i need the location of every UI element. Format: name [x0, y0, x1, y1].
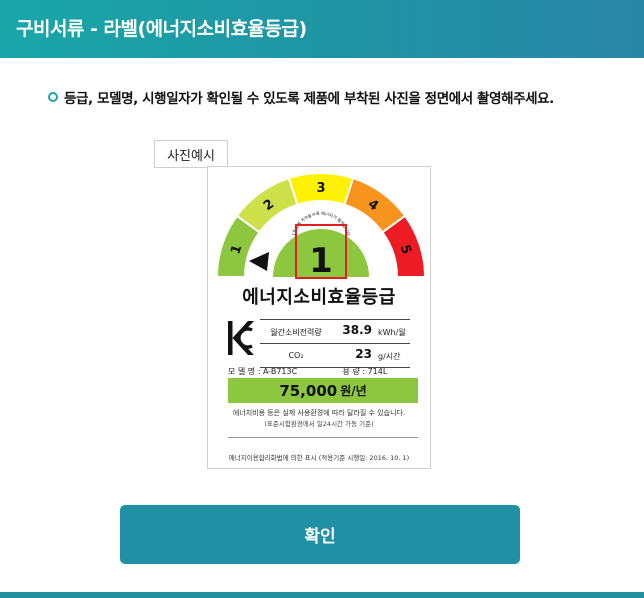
consumption-table: 월간소비전력량 38.9 kWh/월 CO₂ 23 g/시간	[260, 319, 410, 368]
modal-title: 구비서류 - 라벨(에너지소비효율등급)	[16, 18, 307, 40]
co2-row: CO₂ 23 g/시간	[260, 343, 410, 368]
monthly-unit: kWh/월	[378, 328, 406, 337]
co2-label: CO₂	[288, 351, 304, 360]
monthly-label: 월간소비전력량	[270, 328, 322, 337]
label-example-modal: 구비서류 - 라벨(에너지소비효율등급) 등급, 모델명, 시행일자가 확인될 …	[0, 0, 644, 598]
co2-value: 23	[355, 347, 372, 361]
annual-cost-unit: 원/년	[340, 384, 367, 398]
monthly-consumption-row: 월간소비전력량 38.9 kWh/월	[260, 319, 410, 343]
capacity: 용 량 : 714L	[342, 367, 388, 376]
annual-cost-value: 75,000	[279, 381, 338, 400]
energy-label-image: 12345 1등급에 가까울수록 에너지가 절약됩니다 1 에너지소비효율등급 …	[207, 166, 431, 469]
photo-example-tag: 사진예시	[154, 140, 228, 168]
law-note: 에너지이용합리화법에 의한 표시 (적용기준 시행일: 2016. 10. 1)	[228, 454, 410, 462]
annual-cost-bar: 75,000 원/년	[228, 378, 418, 403]
grade-label-3: 3	[316, 181, 325, 196]
divider	[228, 437, 418, 438]
cost-disclaimer: 에너지비용 등은 실제 사용환경에 따라 달라질 수 있습니다.	[232, 409, 406, 417]
instruction-line: 등급, 모델명, 시행일자가 확인될 수 있도록 제품에 부착된 사진을 정면에…	[48, 87, 554, 107]
current-grade-number: 1	[309, 241, 333, 281]
model-name: 모 델 명 : A-B713C	[228, 367, 298, 376]
model-capacity-row: 모 델 명 : A-B713C 용 량 : 714L	[228, 366, 418, 377]
kc-certification-icon	[228, 321, 254, 355]
bullet-icon	[48, 92, 58, 102]
confirm-button[interactable]: 확인	[120, 505, 520, 564]
co2-unit: g/시간	[378, 352, 401, 361]
monthly-value: 38.9	[342, 323, 372, 337]
grade-gauge: 12345 1등급에 가까울수록 에너지가 절약됩니다 1	[215, 172, 427, 281]
modal-header: 구비서류 - 라벨(에너지소비효율등급)	[0, 0, 644, 58]
label-title: 에너지소비효율등급	[242, 287, 396, 308]
bottom-accent-bar	[0, 592, 644, 598]
test-condition-note: (표준시험환경에서 일24시간 가동 기준)	[264, 420, 374, 428]
instruction-text: 등급, 모델명, 시행일자가 확인될 수 있도록 제품에 부착된 사진을 정면에…	[64, 91, 554, 107]
